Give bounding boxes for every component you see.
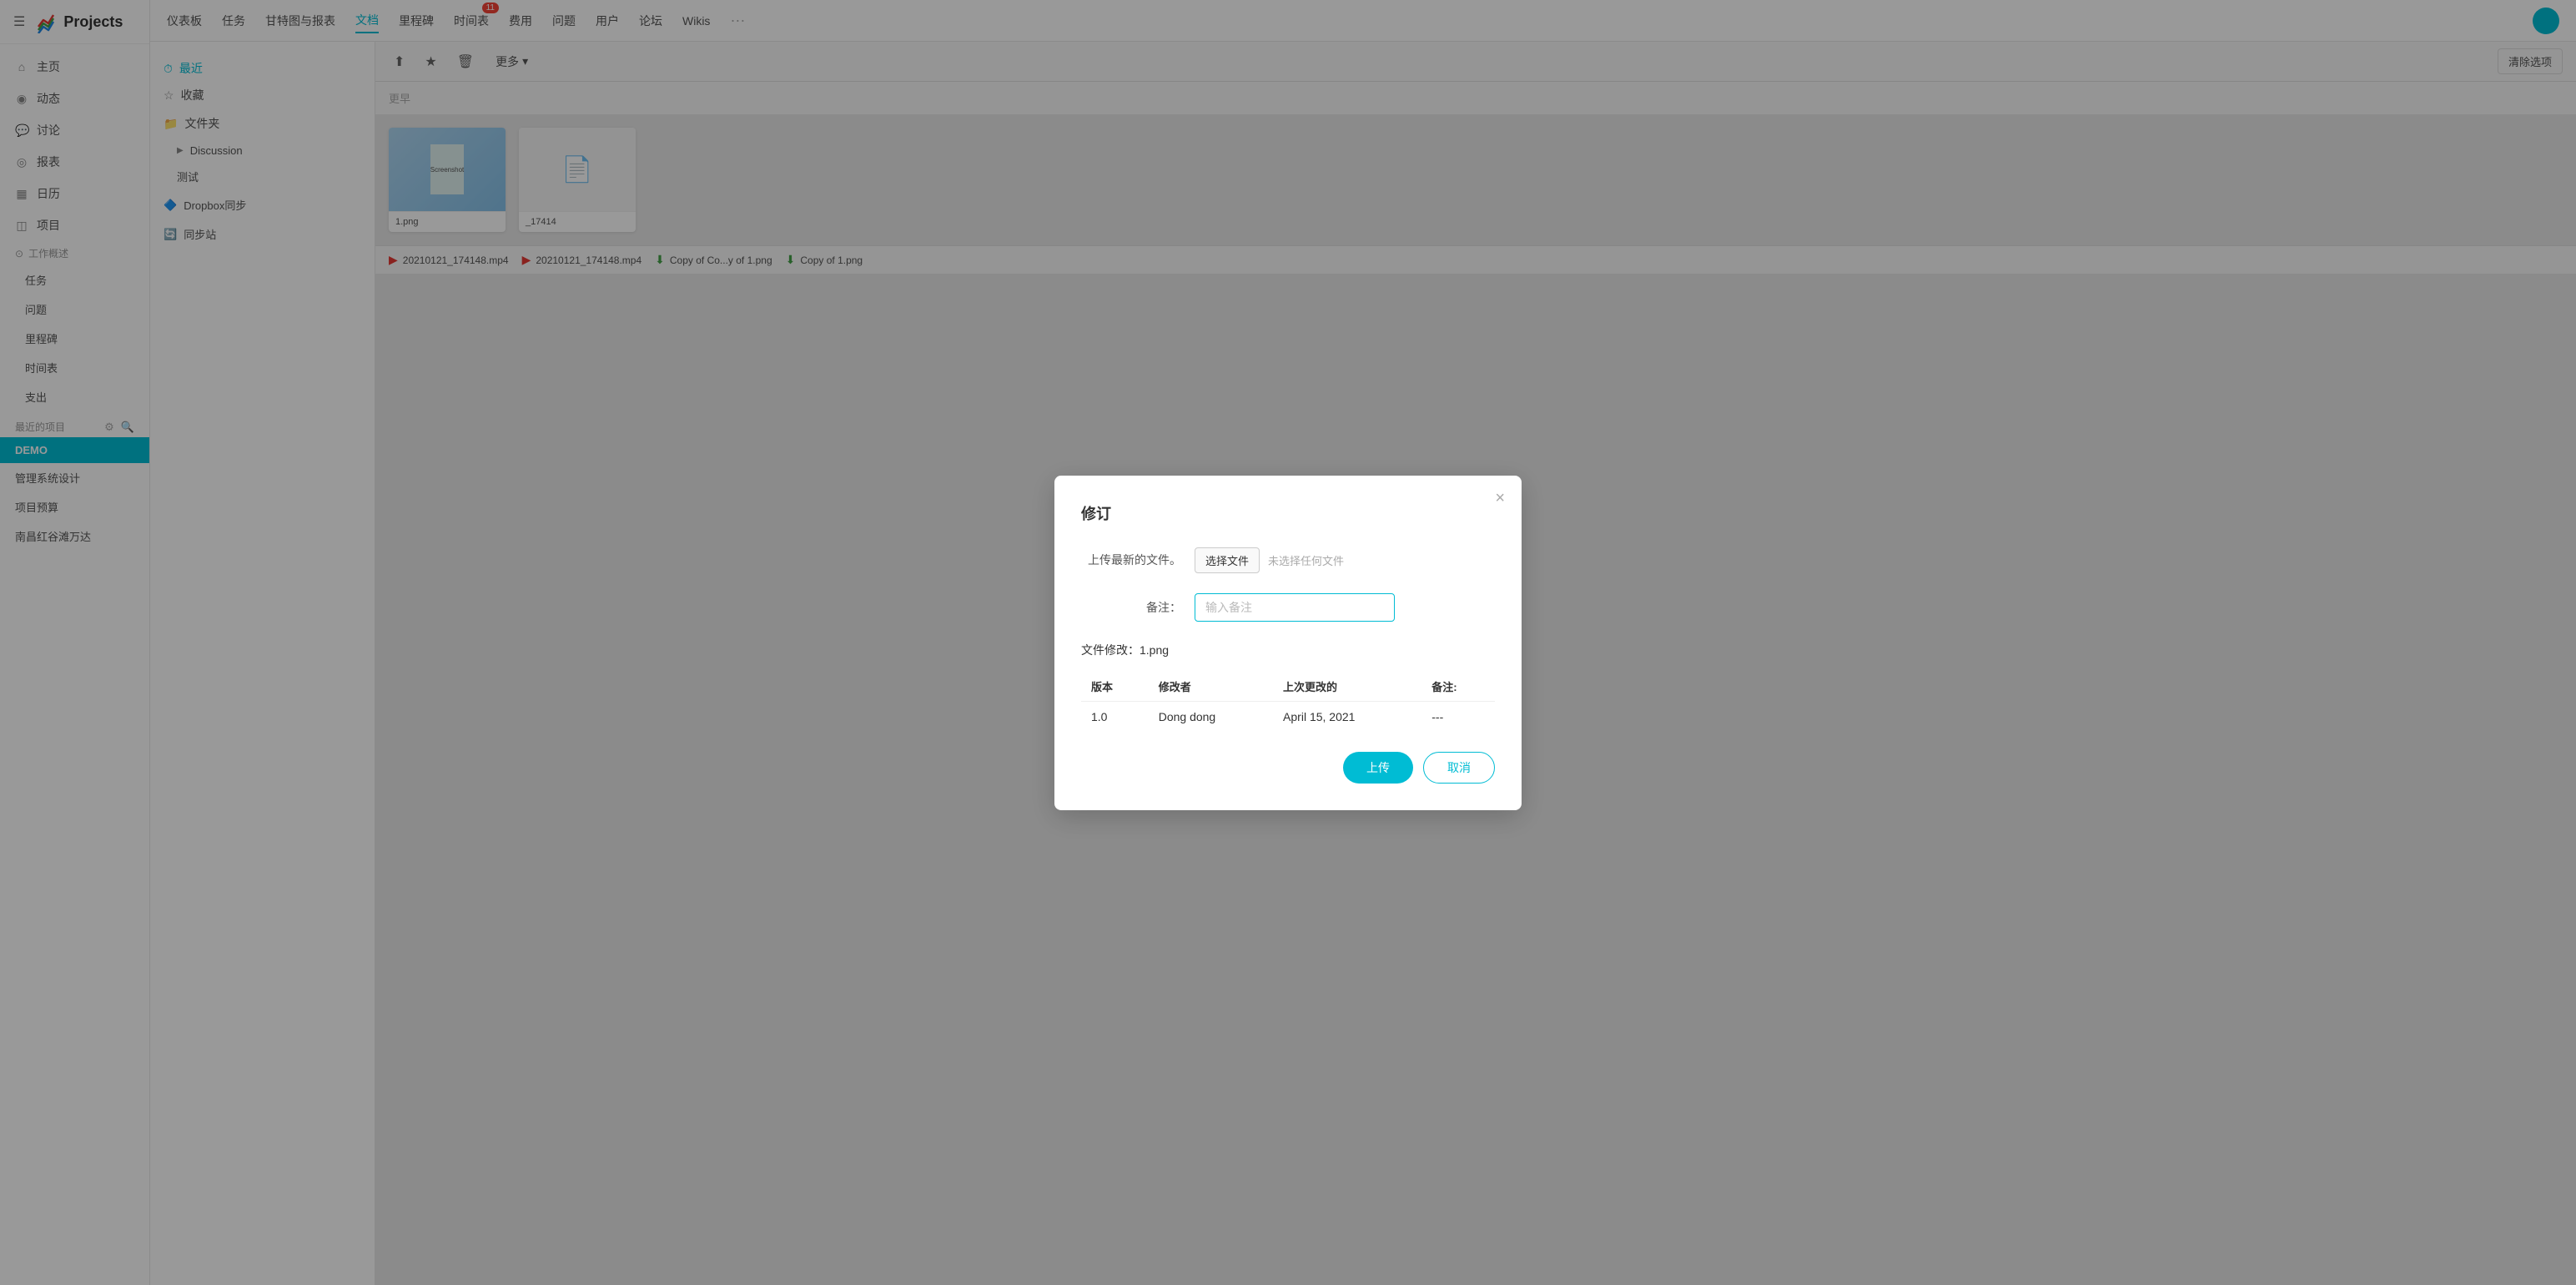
modal-close-button[interactable]: × — [1495, 489, 1505, 508]
table-header-version: 版本 — [1081, 672, 1149, 702]
modal-overlay[interactable]: 修订 × 上传最新的文件。 选择文件 未选择任何文件 备注： 文件修改：1.pn… — [0, 0, 2576, 1285]
no-file-text: 未选择任何文件 — [1268, 552, 1344, 568]
modal-title: 修订 — [1081, 502, 1495, 524]
table-cell-date: April 15, 2021 — [1273, 701, 1421, 732]
table-cell-modifier: Dong dong — [1149, 701, 1273, 732]
modal-file-info: 文件修改：1.png — [1081, 642, 1495, 658]
revision-modal: 修订 × 上传最新的文件。 选择文件 未选择任何文件 备注： 文件修改：1.pn… — [1054, 476, 1522, 810]
modal-upload-row: 上传最新的文件。 选择文件 未选择任何文件 — [1081, 547, 1495, 573]
table-header-note: 备注: — [1421, 672, 1495, 702]
choose-file-button[interactable]: 选择文件 — [1195, 547, 1260, 573]
table-header-date: 上次更改的 — [1273, 672, 1421, 702]
upload-label: 上传最新的文件。 — [1081, 552, 1181, 568]
cancel-button[interactable]: 取消 — [1423, 752, 1495, 784]
note-input[interactable] — [1195, 593, 1395, 622]
table-cell-note: --- — [1421, 701, 1495, 732]
table-cell-version: 1.0 — [1081, 701, 1149, 732]
table-header-modifier: 修改者 — [1149, 672, 1273, 702]
modal-footer: 上传 取消 — [1081, 752, 1495, 784]
note-label: 备注： — [1081, 599, 1181, 616]
upload-button[interactable]: 上传 — [1343, 752, 1413, 784]
revision-table: 版本 修改者 上次更改的 备注: 1.0 Dong dong April 15,… — [1081, 672, 1495, 732]
modal-note-row: 备注： — [1081, 593, 1495, 622]
modal-file-upload: 选择文件 未选择任何文件 — [1195, 547, 1344, 573]
table-row: 1.0 Dong dong April 15, 2021 --- — [1081, 701, 1495, 732]
